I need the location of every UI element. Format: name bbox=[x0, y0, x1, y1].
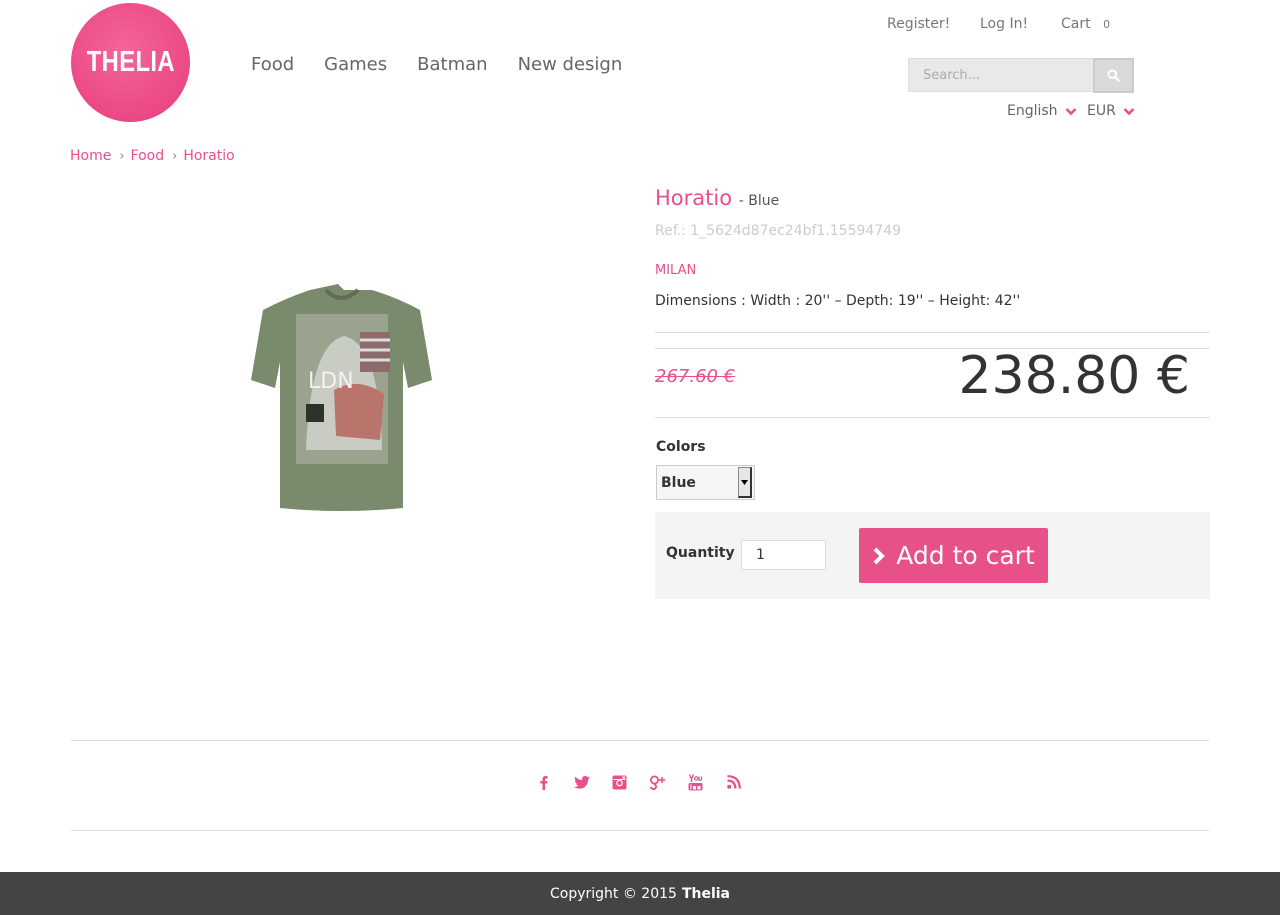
language-selector[interactable]: English bbox=[1007, 103, 1077, 119]
search-button[interactable] bbox=[1093, 58, 1134, 93]
divider bbox=[655, 417, 1210, 418]
divider bbox=[71, 740, 1209, 741]
tshirt-print-text: LDN bbox=[308, 369, 354, 394]
nav-item-food[interactable]: Food bbox=[251, 54, 294, 75]
quantity-input[interactable] bbox=[741, 540, 826, 570]
social-links bbox=[535, 772, 742, 792]
breadcrumb-horatio[interactable]: Horatio bbox=[183, 148, 234, 164]
logo-text: THELIA bbox=[86, 46, 175, 78]
twitter-icon[interactable] bbox=[573, 772, 590, 792]
product-image[interactable]: LDN bbox=[248, 270, 434, 530]
colors-label: Colors bbox=[656, 439, 706, 455]
chevron-right-icon bbox=[873, 547, 886, 564]
currency-selector[interactable]: EUR bbox=[1087, 103, 1135, 119]
login-link[interactable]: Log In! bbox=[980, 16, 1028, 32]
register-link[interactable]: Register! bbox=[887, 16, 950, 32]
chevron-right-icon: › bbox=[172, 148, 178, 164]
current-price: 238.80 € bbox=[958, 346, 1190, 406]
nav-item-games[interactable]: Games bbox=[324, 54, 387, 75]
divider bbox=[655, 332, 1210, 333]
add-to-cart-button[interactable]: Add to cart bbox=[859, 528, 1048, 583]
product-variant: - Blue bbox=[738, 193, 780, 209]
product-reference: Ref.: 1_5624d87ec24bf1.15594749 bbox=[655, 223, 902, 239]
chevron-right-icon: › bbox=[119, 148, 125, 164]
nav-item-batman[interactable]: Batman bbox=[417, 54, 487, 75]
instagram-icon[interactable] bbox=[611, 772, 628, 792]
copyright-text: Copyright © 2015 bbox=[550, 885, 677, 902]
youtube-icon[interactable] bbox=[687, 772, 704, 792]
chevron-down-icon bbox=[1123, 107, 1135, 115]
currency-label: EUR bbox=[1087, 103, 1116, 119]
google-plus-icon[interactable] bbox=[649, 772, 666, 792]
search-input[interactable] bbox=[908, 58, 1094, 92]
cart-label: Cart bbox=[1061, 16, 1091, 32]
product-brand-link[interactable]: MILAN bbox=[655, 263, 696, 278]
main-nav: Food Games Batman New design bbox=[251, 54, 622, 75]
tshirt-image: LDN bbox=[251, 284, 432, 511]
breadcrumb: Home › Food › Horatio bbox=[70, 148, 235, 164]
breadcrumb-food[interactable]: Food bbox=[131, 148, 165, 164]
old-price: 267.60 € bbox=[655, 366, 736, 387]
facebook-icon[interactable] bbox=[535, 772, 552, 792]
copyright-bar: Copyright © 2015 Thelia bbox=[0, 872, 1280, 915]
quantity-label: Quantity bbox=[666, 545, 735, 561]
add-to-cart-label: Add to cart bbox=[896, 541, 1035, 570]
chevron-down-icon bbox=[1065, 107, 1077, 115]
product-title: Horatio - Blue bbox=[655, 186, 779, 210]
color-select-value: Blue bbox=[661, 474, 696, 491]
copyright-brand[interactable]: Thelia bbox=[682, 886, 730, 902]
search-icon bbox=[1107, 69, 1120, 82]
cart-link[interactable]: Cart 0 bbox=[1061, 16, 1110, 32]
dropdown-arrow-icon[interactable] bbox=[738, 467, 752, 498]
product-description: Dimensions : Width : 20'' – Depth: 19'' … bbox=[655, 293, 1021, 309]
product-name: Horatio bbox=[655, 186, 733, 210]
language-label: English bbox=[1007, 103, 1058, 119]
color-select[interactable]: Blue bbox=[656, 465, 755, 500]
site-logo[interactable]: THELIA bbox=[71, 3, 190, 122]
rss-icon[interactable] bbox=[725, 772, 742, 792]
divider bbox=[71, 830, 1209, 831]
cart-count: 0 bbox=[1103, 18, 1111, 31]
breadcrumb-home[interactable]: Home bbox=[70, 148, 111, 164]
nav-item-new-design[interactable]: New design bbox=[518, 54, 623, 75]
